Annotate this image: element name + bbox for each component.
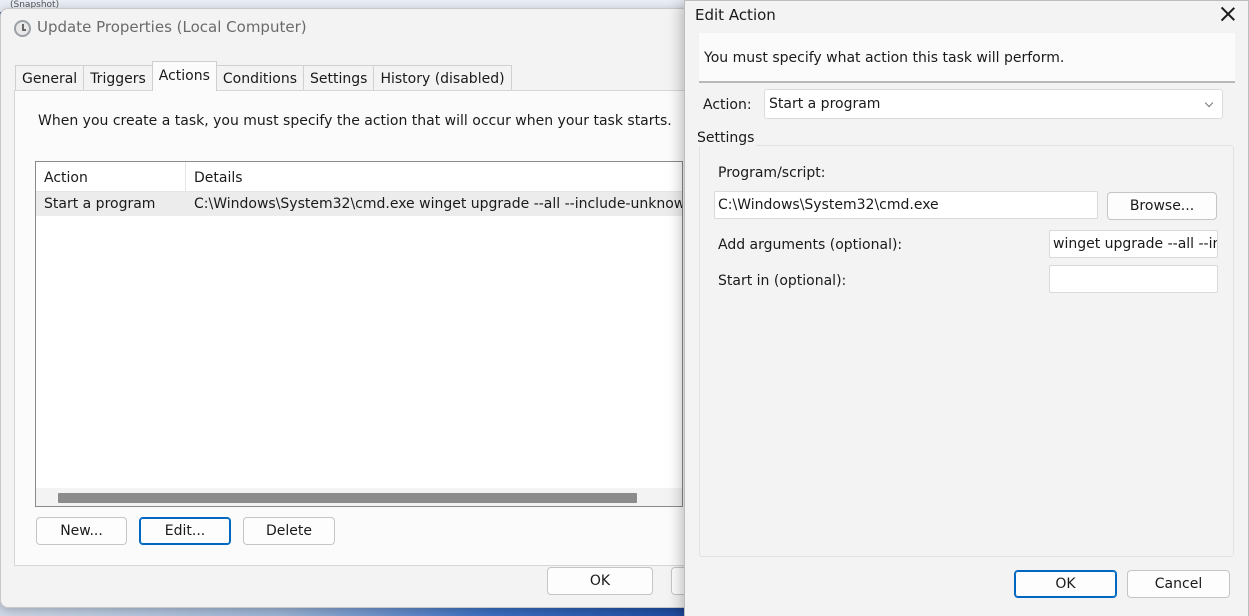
start-in-input[interactable]	[1049, 265, 1218, 293]
action-label: Action:	[703, 97, 752, 113]
tab-strip: General Triggers Actions Conditions Sett…	[15, 61, 512, 91]
row-details-cell: C:\Windows\System32\cmd.exe winget upgra…	[186, 192, 682, 216]
new-button[interactable]: New...	[36, 517, 127, 545]
tab-conditions[interactable]: Conditions	[215, 65, 305, 91]
tab-settings[interactable]: Settings	[303, 65, 375, 91]
add-arguments-label: Add arguments (optional):	[718, 237, 903, 253]
tab-history[interactable]: History (disabled)	[373, 65, 512, 91]
browse-button[interactable]: Browse...	[1107, 192, 1217, 220]
settings-legend: Settings	[695, 130, 757, 146]
task-properties-window: Update Properties (Local Computer) Gener…	[0, 8, 711, 608]
cancel-button[interactable]: Cancel	[1127, 570, 1230, 598]
tab-general[interactable]: General	[15, 65, 85, 91]
task-scheduler-clock-icon	[14, 20, 31, 37]
ok-button[interactable]: OK	[547, 567, 653, 595]
ok-button[interactable]: OK	[1014, 570, 1117, 598]
title-bar[interactable]: Update Properties (Local Computer)	[1, 9, 699, 47]
window-title: Update Properties (Local Computer)	[37, 18, 307, 36]
column-header-details[interactable]: Details	[186, 162, 682, 192]
row-action-cell: Start a program	[36, 192, 186, 216]
dialog-body: You must specify what action this task w…	[685, 33, 1248, 616]
edit-action-dialog: Edit Action You must specify what action…	[684, 0, 1249, 616]
chevron-down-icon	[1204, 98, 1214, 108]
actions-description: When you create a task, you must specify…	[38, 113, 672, 129]
edit-button[interactable]: Edit...	[139, 517, 231, 545]
tab-actions[interactable]: Actions	[151, 61, 217, 91]
tab-triggers[interactable]: Triggers	[83, 65, 153, 91]
list-header: Action Details	[36, 162, 682, 192]
table-row[interactable]: Start a program C:\Windows\System32\cmd.…	[36, 192, 682, 216]
column-header-action[interactable]: Action	[36, 162, 186, 192]
scrollbar-thumb[interactable]	[58, 493, 637, 503]
add-arguments-input[interactable]: winget upgrade --all --in	[1049, 230, 1218, 258]
instruction-text: You must specify what action this task w…	[704, 50, 1065, 66]
program-script-label: Program/script:	[718, 165, 826, 181]
start-in-label: Start in (optional):	[718, 273, 847, 289]
program-script-input[interactable]: C:\Windows\System32\cmd.exe	[714, 191, 1098, 219]
close-icon[interactable]	[1220, 6, 1236, 22]
action-select-value: Start a program	[769, 96, 881, 112]
dialog-title: Edit Action	[695, 6, 776, 24]
instruction-band: You must specify what action this task w…	[699, 33, 1235, 83]
actions-list[interactable]: Action Details Start a program C:\Window…	[35, 161, 683, 507]
action-select[interactable]: Start a program	[764, 89, 1223, 119]
delete-button[interactable]: Delete	[243, 517, 335, 545]
horizontal-scrollbar[interactable]	[36, 488, 682, 506]
actions-tab-panel: When you create a task, you must specify…	[14, 90, 701, 566]
